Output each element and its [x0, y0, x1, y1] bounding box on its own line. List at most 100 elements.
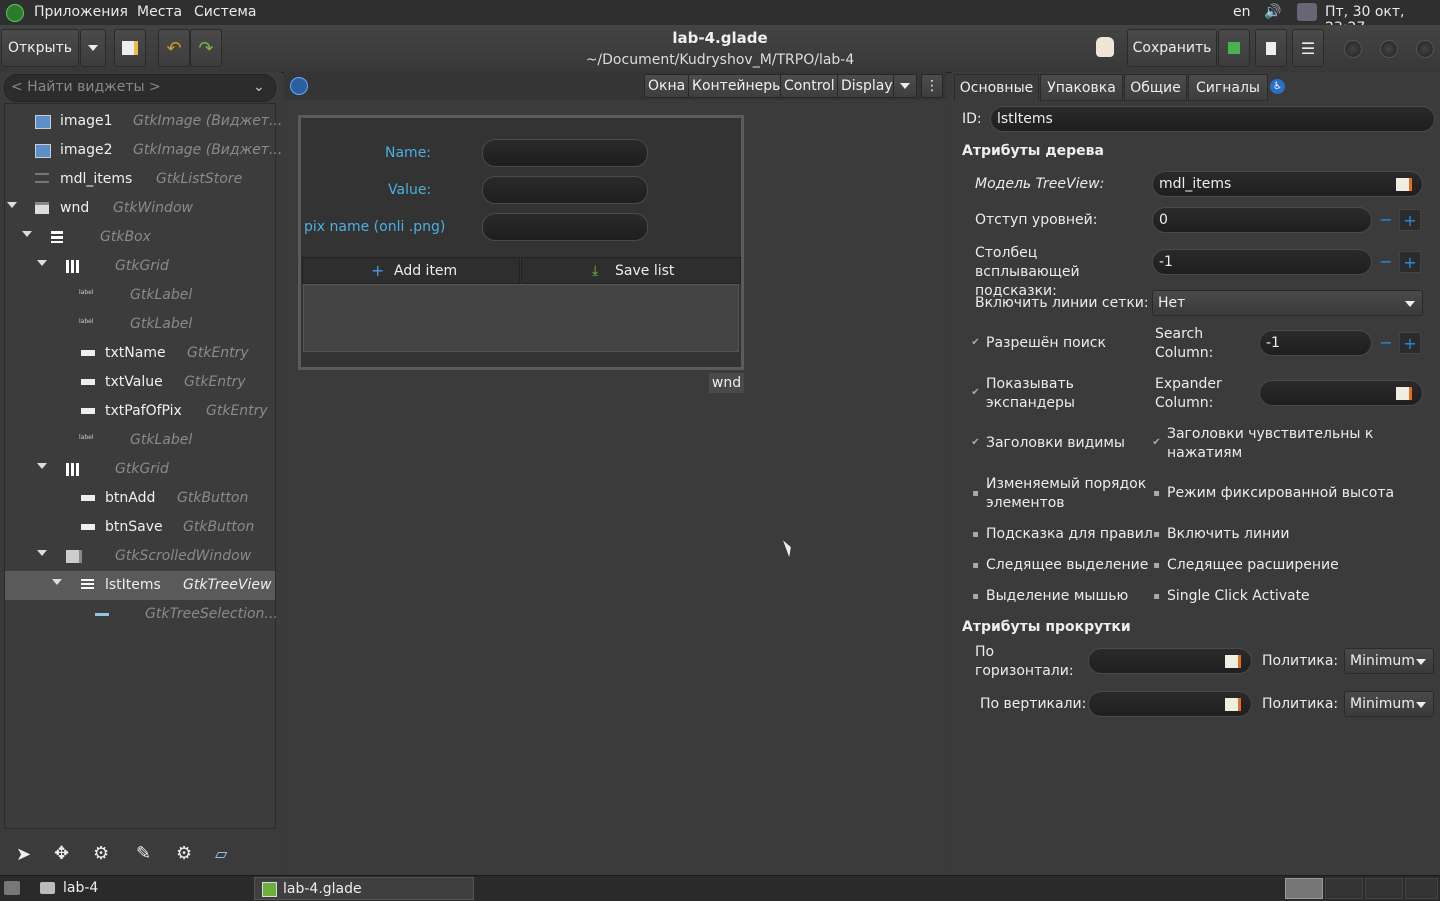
rules-hint-checkbox[interactable]: ▪ — [971, 530, 980, 540]
maximize-button[interactable] — [1380, 40, 1398, 58]
search-column-spin[interactable]: -1 — [1259, 330, 1372, 356]
tree-row[interactable]: mdl_items GtkListStore — [5, 165, 275, 194]
pointer-icon[interactable]: ➤ — [16, 844, 31, 865]
tree-row[interactable]: GtkGrid — [5, 455, 275, 484]
id-entry[interactable]: lstItems — [990, 106, 1435, 132]
palette-search-icon[interactable] — [290, 77, 308, 95]
eraser-icon[interactable]: ▱ — [215, 844, 227, 863]
workspace-2[interactable] — [1325, 878, 1363, 899]
fixed-height-checkbox[interactable]: ▪ — [1152, 489, 1161, 499]
workspace-1[interactable] — [1285, 878, 1323, 899]
minimize-button[interactable] — [1344, 40, 1362, 58]
widget-search-input[interactable]: < Найти виджеты > ⌄ — [4, 74, 276, 102]
tree-row[interactable]: GtkScrolledWindow — [5, 542, 275, 571]
edit-icon[interactable] — [1396, 178, 1412, 191]
tree-row[interactable]: txtName GtkEntry — [5, 339, 275, 368]
edit-icon[interactable] — [1225, 655, 1241, 668]
tree-row[interactable]: btnAdd GtkButton — [5, 484, 275, 513]
user-icon[interactable] — [1297, 3, 1317, 21]
expander-arrow-icon[interactable] — [37, 260, 47, 266]
menu-system[interactable]: Система — [194, 4, 256, 20]
tab-display[interactable]: Display — [837, 74, 897, 98]
vpolicy-combo[interactable]: Minimum — [1344, 691, 1434, 717]
edit-icon[interactable] — [1225, 698, 1241, 711]
keyboard-layout-indicator[interactable]: en — [1233, 4, 1251, 20]
workspace-4[interactable] — [1405, 878, 1438, 899]
show-expanders-checkbox[interactable]: ✔ — [971, 388, 980, 398]
more-palettes-dropdown[interactable] — [893, 74, 917, 98]
tree-row[interactable]: GtkGrid — [5, 252, 275, 281]
pix-entry[interactable] — [482, 213, 648, 241]
show-desktop-icon[interactable] — [4, 881, 20, 895]
enable-lines-checkbox[interactable]: ▪ — [1152, 530, 1161, 540]
menu-places[interactable]: Места — [137, 4, 182, 20]
tree-row[interactable]: txtPafOfPix GtkEntry — [5, 397, 275, 426]
tree-row[interactable]: GtkBox — [5, 223, 275, 252]
expander-arrow-icon[interactable] — [22, 231, 32, 237]
open-button[interactable]: Открыть — [1, 29, 79, 67]
level-indent-spin[interactable]: 0 — [1152, 207, 1372, 233]
palette-menu-button[interactable]: ⋮ — [921, 74, 943, 98]
expander-arrow-icon[interactable] — [7, 202, 17, 208]
add-item-button[interactable]: + Add item — [302, 257, 520, 284]
tab-windows[interactable]: Окна — [644, 74, 690, 98]
increment-icon[interactable]: + — [1399, 209, 1421, 231]
recent-dropdown-button[interactable] — [80, 29, 106, 67]
save-button[interactable]: Сохранить — [1127, 29, 1217, 67]
workspace-3[interactable] — [1365, 878, 1403, 899]
tab-common[interactable]: Общие — [1124, 74, 1187, 101]
tree-row[interactable]: label GtkLabel — [5, 426, 275, 455]
align-icon[interactable]: ✎ — [136, 843, 151, 864]
headers-clickable-checkbox[interactable]: ✔ — [1152, 438, 1161, 448]
edit-icon[interactable] — [1396, 387, 1412, 400]
redo-button[interactable]: ↷ — [190, 29, 222, 67]
model-entry[interactable]: mdl_items — [1152, 171, 1423, 197]
tab-signals[interactable]: Сигналы — [1188, 74, 1268, 101]
tab-general[interactable]: Основные — [954, 74, 1039, 101]
menu-applications[interactable]: Приложения — [34, 4, 128, 20]
hover-selection-checkbox[interactable]: ▪ — [971, 561, 980, 571]
tree-row[interactable]: image2 GtkImage (Виджет... — [5, 136, 282, 165]
increment-icon[interactable]: + — [1399, 251, 1421, 273]
grid-lines-combo[interactable]: Нет — [1152, 290, 1423, 316]
decrement-icon[interactable]: − — [1375, 251, 1397, 273]
items-treeview[interactable] — [303, 284, 739, 352]
tree-row[interactable]: btnSave GtkButton — [5, 513, 275, 542]
tab-packing[interactable]: Упаковка — [1040, 74, 1123, 101]
single-click-checkbox[interactable]: ▪ — [1152, 592, 1161, 602]
save-list-button[interactable]: ⤓ Save list — [521, 257, 741, 284]
move-icon[interactable]: ✥ — [54, 843, 69, 864]
tree-row[interactable]: label GtkLabel — [5, 310, 275, 339]
tab-control[interactable]: Control — [780, 74, 839, 98]
hadjustment-entry[interactable] — [1088, 648, 1252, 674]
increment-icon[interactable]: + — [1399, 332, 1421, 354]
tab-containers[interactable]: Контейнеры — [688, 74, 788, 98]
expander-column-entry[interactable] — [1259, 380, 1423, 406]
tree-row[interactable]: GtkTreeSelection... — [5, 600, 278, 629]
gnome-logo-icon[interactable] — [6, 4, 24, 22]
tree-row[interactable]: image1 GtkImage (Виджет... — [5, 107, 282, 136]
preview-button[interactable] — [1255, 29, 1287, 67]
preview-window[interactable]: Name: Value: pix name (onli .png) + Add … — [298, 115, 744, 370]
save-as-button[interactable] — [1218, 29, 1250, 67]
decrement-icon[interactable]: − — [1375, 209, 1397, 231]
expander-arrow-icon[interactable] — [37, 550, 47, 556]
main-menu-button[interactable]: ☰ — [1292, 29, 1324, 67]
new-file-button[interactable] — [114, 29, 146, 67]
accessibility-icon[interactable]: ♿ — [1270, 79, 1285, 94]
tree-row[interactable]: txtValue GtkEntry — [5, 368, 275, 397]
undo-button[interactable]: ↶ — [158, 29, 190, 67]
close-button[interactable] — [1416, 40, 1434, 58]
rubber-banding-checkbox[interactable]: ▪ — [971, 592, 980, 602]
tooltip-column-spin[interactable]: -1 — [1152, 249, 1372, 275]
reorderable-checkbox[interactable]: ▪ — [971, 489, 980, 499]
search-allowed-checkbox[interactable]: ✔ — [971, 338, 980, 348]
hover-expand-checkbox[interactable]: ▪ — [1152, 561, 1161, 571]
expander-arrow-icon[interactable] — [52, 579, 62, 585]
decrement-icon[interactable]: − — [1375, 332, 1397, 354]
taskbar-item-folder[interactable]: lab-4 — [36, 876, 252, 901]
search-options-icon[interactable]: ⌄ — [253, 79, 265, 95]
volume-icon[interactable]: 🔊 — [1264, 4, 1281, 20]
hand-icon[interactable] — [1096, 37, 1114, 57]
name-entry[interactable] — [482, 139, 648, 167]
